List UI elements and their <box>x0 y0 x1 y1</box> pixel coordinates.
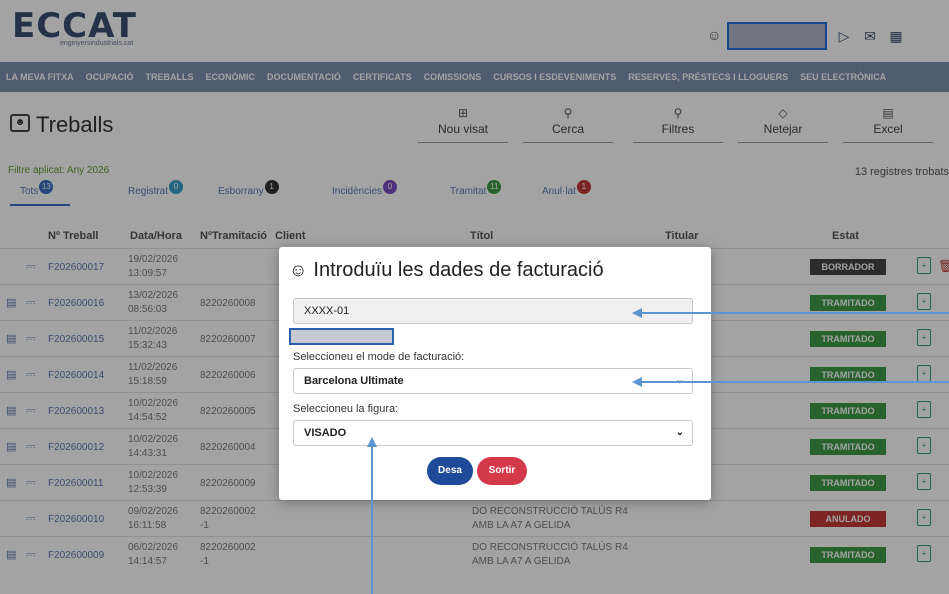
billing-code-field[interactable]: XXXX-01 <box>293 298 693 324</box>
billing-mode-value: Barcelona Ultimate <box>304 375 404 387</box>
chevron-down-icon: ⌄ <box>675 427 684 438</box>
redacted-field <box>289 328 394 345</box>
dialog-title: ☺ Introduïu les dades de facturació <box>289 259 604 282</box>
figura-value: VISADO <box>304 427 347 439</box>
billing-dialog: ☺ Introduïu les dades de facturació XXXX-… <box>279 247 711 500</box>
billing-mode-label: Seleccioneu el mode de facturació: <box>293 351 465 363</box>
dialog-title-text: Introduïu les dades de facturació <box>313 259 604 281</box>
figura-label: Seleccioneu la figura: <box>293 403 399 415</box>
chevron-down-icon: ⌄ <box>675 375 684 386</box>
figura-select[interactable]: VISADO ⌄ <box>293 420 693 446</box>
save-button[interactable]: Desa <box>427 457 473 485</box>
exit-button[interactable]: Sortir <box>477 457 527 485</box>
billing-mode-select[interactable]: Barcelona Ultimate ⌄ <box>293 368 693 394</box>
person-icon: ☺ <box>289 260 308 280</box>
